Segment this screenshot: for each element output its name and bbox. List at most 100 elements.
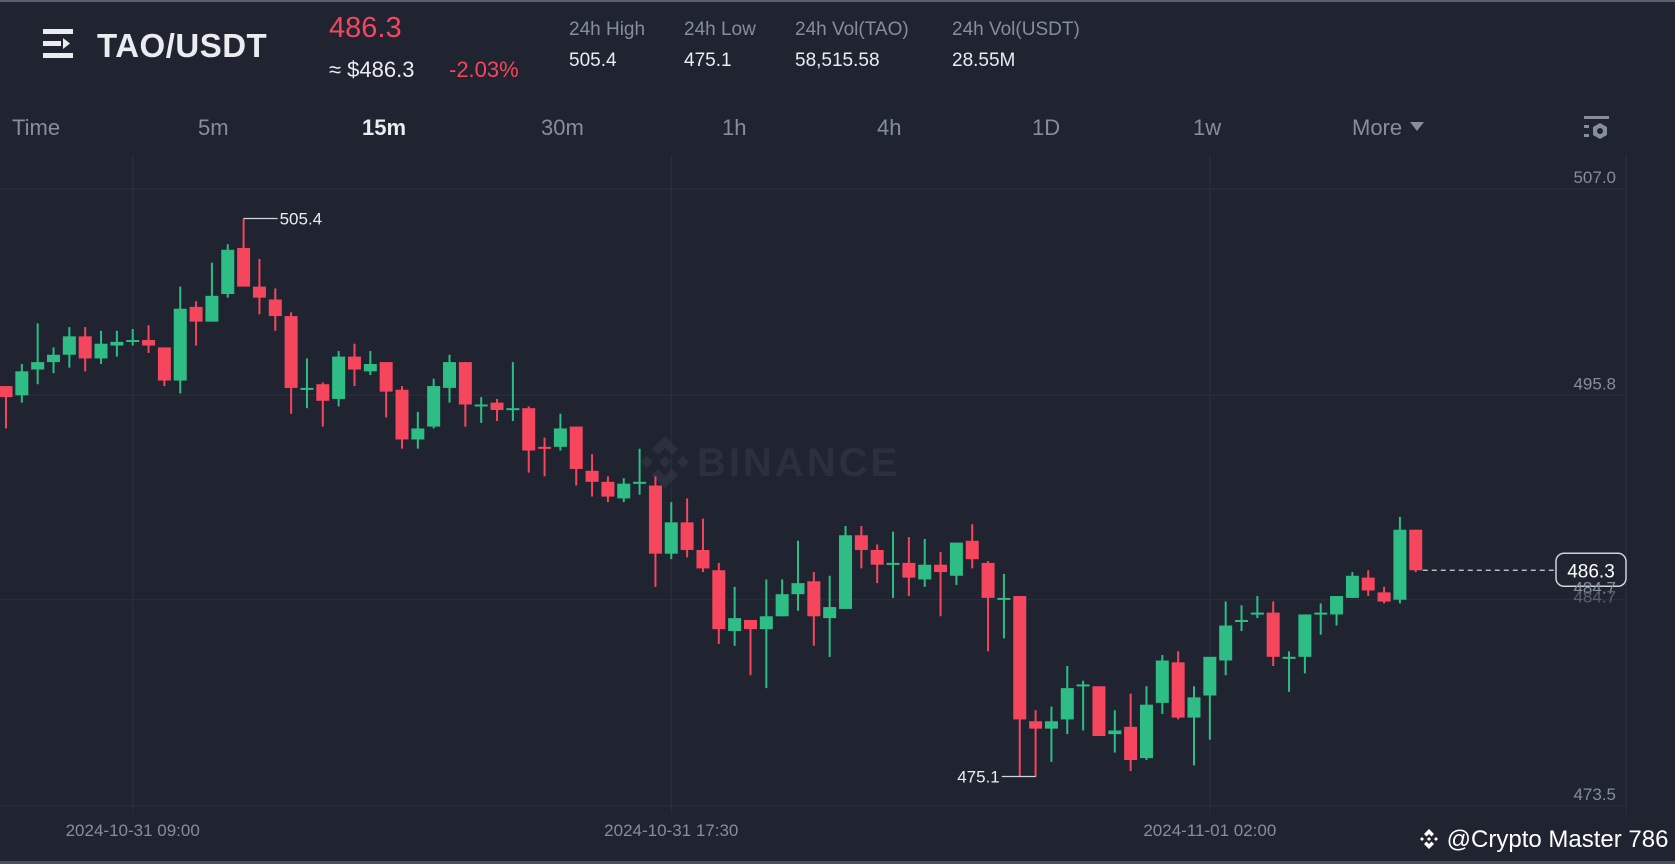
candle-body [1361, 577, 1375, 591]
candle-body [411, 428, 425, 440]
price-axis: 507.0 495.8 484.7 473.5 2024-10-31 09:00 2024… [66, 168, 1616, 840]
candle-body [237, 247, 251, 287]
candle-body [379, 362, 393, 392]
candle-up [363, 351, 377, 376]
candle-up [47, 347, 61, 374]
candle-up [1108, 710, 1122, 753]
candle-body [268, 299, 282, 317]
candle-up [1044, 706, 1058, 762]
candle-down [142, 325, 156, 353]
candle-body [743, 619, 757, 630]
candle-down [1361, 570, 1375, 597]
candle-body [1235, 619, 1249, 622]
candle-down [902, 537, 916, 597]
candle-up [427, 378, 441, 429]
candle-up [1235, 605, 1249, 632]
candle-body [300, 387, 314, 390]
candle-body [173, 308, 187, 381]
candle-up [1155, 654, 1169, 714]
candle-body [870, 549, 884, 565]
candle-body [1266, 612, 1280, 657]
candle-down [189, 301, 203, 346]
candle-body [205, 295, 219, 322]
candle-body [585, 470, 599, 482]
candle-up [1139, 686, 1153, 760]
candle-up [791, 540, 805, 611]
candle-up [411, 411, 425, 449]
candle-up [15, 363, 29, 403]
candle-body [15, 371, 29, 396]
binance-diamond-icon [1420, 829, 1438, 849]
candle-body [490, 402, 504, 411]
candle-down [712, 562, 726, 644]
binance-watermark: BINANCE [641, 436, 897, 488]
candle-body [522, 408, 536, 451]
candle-down [648, 476, 662, 587]
candle-down [743, 619, 757, 676]
candle-body [332, 356, 346, 399]
candle-body [31, 362, 45, 370]
candle-up [474, 397, 488, 423]
candle-down [601, 476, 615, 503]
candle-up [126, 328, 140, 346]
author-watermark: @Crypto Master 786 [1418, 826, 1668, 854]
candle-body [347, 356, 361, 370]
candle-up [1187, 686, 1201, 766]
candle-down [379, 362, 393, 418]
candle-down [680, 498, 694, 558]
candle-up [759, 579, 773, 689]
candle-down [1013, 596, 1027, 777]
candle-body [1029, 721, 1043, 729]
candle-body [189, 306, 203, 322]
candle-up [506, 362, 520, 422]
candle-up [553, 413, 567, 451]
candle-body [1060, 688, 1074, 720]
candle-down [458, 362, 472, 427]
candle-up [221, 244, 235, 298]
candle-down [157, 347, 171, 387]
candle-body [443, 362, 457, 388]
candle-body [1330, 596, 1344, 615]
y-tick-label: 473.5 [1573, 785, 1616, 804]
candle-body [712, 570, 726, 630]
candle-down [934, 551, 948, 617]
candle-up [728, 586, 742, 646]
candle-body [1314, 612, 1328, 615]
candle-body [316, 384, 330, 401]
candle-body [1393, 529, 1407, 600]
candle-body [997, 597, 1011, 600]
y-tick-label: 507.0 [1573, 168, 1616, 187]
candle-body [1219, 625, 1233, 661]
candle-down [538, 437, 552, 477]
candle-body [633, 481, 647, 484]
candle-body [664, 522, 678, 554]
candle-up [1314, 603, 1328, 635]
candles [0, 218, 1423, 777]
candle-down [854, 526, 868, 569]
candle-body [110, 341, 124, 346]
candle-down [522, 406, 536, 473]
candle-body [395, 389, 409, 440]
low-marker-label: 475.1 [957, 768, 1000, 787]
candle-down [252, 258, 266, 315]
candle-up [1298, 614, 1312, 674]
x-tick-label: 2024-11-01 02:00 [1143, 821, 1276, 840]
candle-body [78, 336, 92, 359]
candle-down [1029, 710, 1043, 777]
candlestick-chart[interactable]: BINANCE 505.4475.1486.3 507.0495.8484.74… [0, 0, 1675, 864]
candle-body [1155, 660, 1169, 703]
candle-body [506, 408, 520, 411]
candle-body [363, 363, 377, 372]
candle-up [205, 262, 219, 322]
candle-down [1266, 601, 1280, 667]
author-name: @Crypto Master 786 [1446, 826, 1669, 853]
candle-up [839, 526, 853, 609]
candle-down [268, 288, 282, 331]
candle-body [981, 562, 995, 598]
candle-body [1044, 721, 1058, 729]
high-marker-label: 505.4 [280, 209, 323, 228]
candle-down [965, 524, 979, 569]
candle-down [395, 386, 409, 449]
candle-down [585, 454, 599, 497]
candle-body [1187, 697, 1201, 718]
